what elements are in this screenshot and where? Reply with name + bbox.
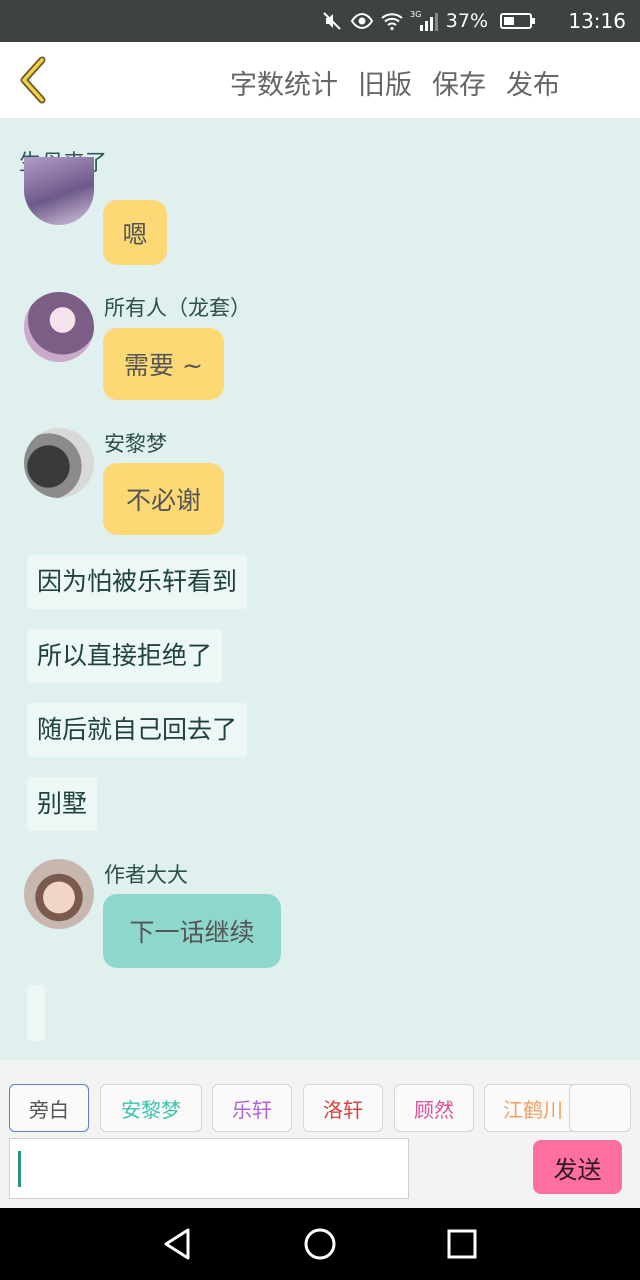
character-chip-label: 安黎梦	[121, 1097, 181, 1122]
toolbar-actions: 字数统计 旧版 保存 发布	[230, 42, 560, 122]
wifi-icon	[381, 13, 403, 31]
cellular-signal-icon: 3G	[410, 10, 438, 31]
send-button[interactable]: 发送	[533, 1140, 622, 1194]
narration-line[interactable]: 别墅	[27, 777, 98, 831]
back-triangle-icon[interactable]	[158, 1224, 198, 1264]
status-icons: 3G 37%	[320, 0, 535, 42]
message-bubble[interactable]: 需要 ~	[103, 328, 224, 400]
character-chip-narrator[interactable]: 旁白	[9, 1084, 89, 1132]
publish-button[interactable]: 发布	[506, 63, 560, 102]
narration-line[interactable]: 所以直接拒绝了	[27, 629, 223, 683]
old-version-button[interactable]: 旧版	[358, 63, 412, 102]
word-count-button[interactable]: 字数统计	[230, 63, 338, 102]
avatar[interactable]	[24, 157, 94, 225]
character-chip-an-limeng[interactable]: 安黎梦	[100, 1084, 202, 1132]
editor-toolbar: 字数统计 旧版 保存 发布	[0, 42, 640, 119]
character-chip-label: 乐轩	[232, 1097, 272, 1122]
character-chip-label: 江鹤川	[503, 1097, 563, 1122]
add-character-chip[interactable]	[569, 1084, 631, 1132]
battery-percent: 37%	[445, 10, 488, 32]
home-circle-icon[interactable]	[300, 1224, 340, 1264]
clock: 13:16	[568, 9, 626, 33]
character-chip-label: 洛轩	[323, 1097, 363, 1122]
narration-line[interactable]: 随后就自己回去了	[27, 703, 248, 757]
character-chip-luo-xuan[interactable]: 洛轩	[303, 1084, 383, 1132]
svg-text:3G: 3G	[410, 10, 421, 19]
empty-narration-line[interactable]	[27, 985, 45, 1041]
recents-square-icon[interactable]	[442, 1224, 482, 1264]
message-bubble[interactable]: 不必谢	[103, 463, 224, 535]
eye-icon	[350, 12, 373, 30]
avatar[interactable]	[24, 428, 94, 498]
status-bar: 3G 37% 13:16	[0, 0, 640, 42]
character-chip-gu-ran[interactable]: 顾然	[394, 1084, 474, 1132]
text-caret	[18, 1151, 21, 1187]
chevron-left-icon[interactable]	[12, 54, 60, 106]
navigation-bar	[0, 1208, 640, 1280]
character-chip-label: 旁白	[29, 1097, 69, 1122]
avatar[interactable]	[24, 292, 94, 362]
save-button[interactable]: 保存	[432, 63, 486, 102]
composer-panel: 旁白 安黎梦 乐轩 洛轩 顾然 江鹤川 发送	[0, 1060, 640, 1208]
avatar[interactable]	[24, 859, 94, 929]
speaker-name: 安黎梦	[104, 432, 167, 456]
speaker-name: 所有人（龙套）	[104, 296, 251, 320]
battery-icon	[500, 13, 535, 29]
chat-area[interactable]: 生母来了 嗯 所有人（龙套） 需要 ~ 安黎梦 不必谢 因为怕被乐轩看到 所以直…	[0, 119, 640, 1060]
character-chip-le-xuan[interactable]: 乐轩	[212, 1084, 292, 1132]
narration-line[interactable]: 因为怕被乐轩看到	[27, 555, 248, 609]
message-input[interactable]	[9, 1138, 409, 1199]
mute-icon	[323, 12, 341, 30]
character-chip-label: 顾然	[414, 1097, 454, 1122]
speaker-name: 作者大大	[104, 863, 188, 887]
message-bubble[interactable]: 嗯	[103, 200, 167, 265]
message-bubble[interactable]: 下一话继续	[103, 894, 281, 968]
